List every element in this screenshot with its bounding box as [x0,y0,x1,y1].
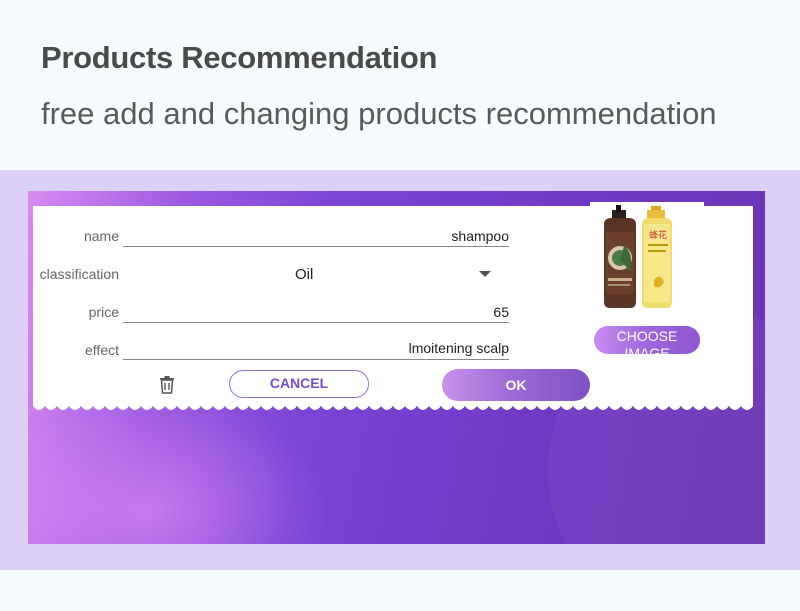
effect-field[interactable]: lmoitening scalp [123,340,509,356]
choose-image-button[interactable]: CHOOSE IMAGE [594,326,700,354]
cancel-button[interactable]: CANCEL [229,370,369,398]
page-title: Products Recommendation [41,40,438,75]
product-bottles-illustration: 蜂花 [604,205,672,308]
price-label: price [88,304,119,320]
page-subtitle: free add and changing products recommend… [41,96,717,131]
bottle-brand-text: 蜂花 [649,229,667,241]
delete-icon[interactable] [156,374,178,396]
name-field[interactable]: shampoo [123,228,509,244]
effect-underline [123,359,509,360]
classification-label: classification [39,266,119,282]
app-screen: name shampoo classification Oil price 65… [28,191,765,544]
ok-button[interactable]: OK [442,369,590,401]
name-underline [123,246,509,247]
price-underline [123,322,509,323]
price-field[interactable]: 65 [123,304,509,320]
dropdown-arrow-icon[interactable] [479,271,491,277]
product-image[interactable]: 蜂花 [590,202,704,314]
effect-label: effect [85,342,119,358]
scalloped-edge [33,402,753,410]
classification-select[interactable]: Oil [295,266,313,283]
name-label: name [83,228,119,244]
product-form-card: name shampoo classification Oil price 65… [33,202,753,410]
